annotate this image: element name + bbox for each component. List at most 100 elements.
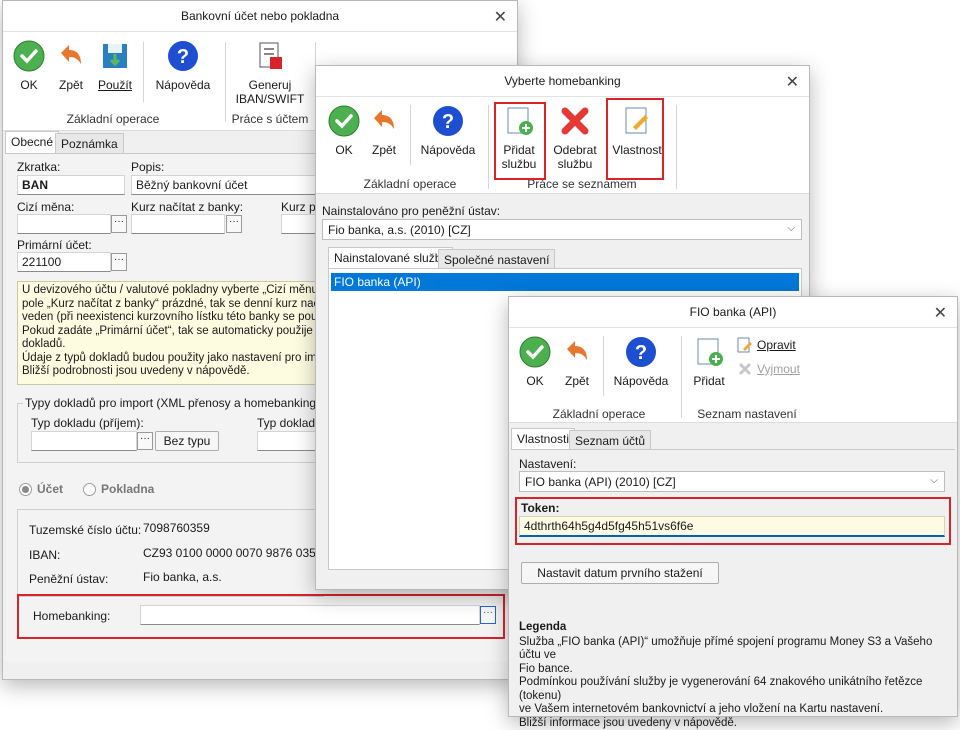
help-button[interactable]: ? Nápověda — [418, 105, 478, 157]
ribbon-separator — [488, 105, 489, 189]
ok-check-icon — [13, 40, 45, 72]
close-icon[interactable]: ✕ — [786, 72, 799, 92]
info-line: Údaje z typů dokladů budou použity jako … — [22, 352, 318, 366]
pencil-icon — [737, 337, 753, 353]
homebanking-picker-button[interactable]: ··· — [480, 606, 496, 624]
legend-line: Podmínkou používání služby je vygenerová… — [519, 676, 951, 703]
ribbon: OK Zpět ? Nápověda Přidat službu Odebrat… — [316, 97, 809, 194]
ustav-select[interactable]: Fio banka, a.s. (2010) [CZ] ⌵ — [322, 219, 802, 240]
kurz-field[interactable] — [131, 214, 225, 234]
cizi-mena-label: Cizí měna: — [17, 200, 74, 214]
ok-check-icon — [328, 105, 360, 137]
chevron-down-icon: ⌵ — [930, 475, 938, 486]
fio-api-window: FIO banka (API) ✕ OK Zpět ? Nápověda Při… — [508, 296, 958, 717]
radio-circle — [19, 483, 32, 496]
help-button[interactable]: ? Nápověda — [153, 40, 213, 92]
undo-arrow-icon — [561, 336, 593, 368]
group-label-basic: Základní operace — [529, 407, 669, 421]
add-service-highlight — [494, 102, 546, 180]
info-line: dokladů. — [22, 338, 318, 352]
ok-button[interactable]: OK — [11, 40, 47, 92]
ok-check-icon — [519, 336, 551, 368]
cizi-mena-picker-button[interactable]: ··· — [111, 215, 127, 233]
homebanking-field[interactable] — [140, 605, 480, 625]
popis-field[interactable]: Běžný bankovní účet — [131, 175, 321, 195]
nastaveni-select[interactable]: FIO banka (API) (2010) [CZ] ⌵ — [519, 471, 945, 492]
typ-prijem-label: Typ dokladu (příjem): — [31, 416, 144, 430]
ribbon-separator — [603, 336, 604, 396]
back-button[interactable]: Zpět — [559, 336, 595, 388]
group-label-account: Práce s účtem — [225, 112, 315, 126]
generate-iban-button[interactable]: Generuj IBAN/SWIFT — [231, 40, 309, 106]
chevron-down-icon: ⌵ — [787, 223, 795, 234]
bank-account-titlebar: Bankovní účet nebo pokladna ✕ — [3, 1, 517, 32]
token-field[interactable]: 4dthrth64h5g4d5fg45h51vs6f6e — [519, 516, 945, 537]
ok-button[interactable]: OK — [517, 336, 553, 388]
add-button[interactable]: Přidat — [689, 336, 729, 388]
help-question-icon: ? — [167, 40, 199, 72]
help-question-icon: ? — [432, 105, 464, 137]
zkratka-field[interactable]: BAN — [17, 175, 125, 195]
ribbon: OK Zpět ? Nápověda Přidat Opravit Vyjmou… — [509, 328, 957, 423]
radio-pokladna[interactable]: Pokladna — [83, 482, 154, 496]
set-first-download-date-button[interactable]: Nastavit datum prvního stažení — [521, 562, 719, 584]
kurz-label: Kurz načítat z banky: — [131, 200, 243, 214]
edit-button[interactable]: Opravit — [737, 337, 796, 353]
close-icon[interactable]: ✕ — [934, 303, 947, 323]
legend-line: Služba „FIO banka (API)“ umožňuje přímé … — [519, 636, 951, 663]
window-title: FIO banka (API) — [690, 305, 777, 319]
ok-button[interactable]: OK — [326, 105, 362, 157]
undo-arrow-icon — [55, 40, 87, 72]
legend-line: Fio bance. — [519, 663, 951, 677]
ribbon-separator — [676, 105, 677, 189]
back-button[interactable]: Zpět — [53, 40, 89, 92]
primarni-field[interactable]: 221100 — [17, 252, 111, 272]
fio-titlebar: FIO banka (API) ✕ — [509, 297, 957, 328]
info-line: pole „Kurz načítat z banky“ prázdné, tak… — [22, 298, 318, 312]
remove-service-button[interactable]: Odebrat službu — [550, 105, 600, 171]
info-line: Bližší podrobnosti jsou uvedeny v nápově… — [22, 365, 318, 379]
kurz-picker-button[interactable]: ··· — [226, 215, 242, 233]
cizi-mena-field[interactable] — [17, 214, 111, 234]
bez-typu-button[interactable]: Bez typu — [155, 431, 219, 451]
apply-button[interactable]: Použít — [95, 40, 135, 92]
tuzemske-field[interactable]: 7098760359 — [139, 519, 321, 539]
info-box: U devizového účtu / valutové pokladny vy… — [17, 281, 323, 385]
list-item[interactable]: FIO banka (API) — [331, 273, 799, 291]
penezni-field[interactable]: Fio banka, a.s. — [139, 568, 321, 588]
delete-x-icon — [737, 361, 753, 377]
typ-prijem-picker-button[interactable]: ··· — [137, 432, 153, 450]
legend-box: Legenda Služba „FIO banka (API)“ umožňuj… — [519, 621, 951, 730]
undo-arrow-icon — [368, 105, 400, 137]
typ-prijem-field[interactable] — [31, 431, 137, 451]
add-document-icon — [693, 336, 725, 368]
tuzemske-label: Tuzemské číslo účtu: — [29, 523, 141, 537]
save-disk-icon — [99, 40, 131, 72]
iban-field[interactable]: CZ93 0100 0000 0070 9876 0359 — [139, 544, 321, 564]
tab-general[interactable]: Obecné — [5, 131, 59, 155]
homebanking-label: Homebanking: — [33, 609, 110, 623]
typ-dokladu-field[interactable] — [257, 431, 323, 451]
token-label: Token: — [521, 501, 559, 515]
info-line: U devizového účtu / valutové pokladny vy… — [22, 284, 318, 298]
penezni-label: Peněžní ústav: — [29, 572, 108, 586]
generate-document-icon — [254, 40, 286, 72]
ribbon-separator — [225, 42, 226, 122]
svg-text:?: ? — [177, 46, 189, 68]
ribbon-separator — [143, 42, 144, 102]
tab-note[interactable]: Poznámka — [55, 133, 124, 155]
help-question-icon: ? — [625, 336, 657, 368]
legend-line: ve Vašem internetovém bankovnictví a jeh… — [519, 703, 951, 717]
popis-label: Popis: — [131, 160, 164, 174]
cut-button[interactable]: Vyjmout — [737, 361, 800, 377]
close-icon[interactable]: ✕ — [494, 7, 507, 27]
zkratka-label: Zkratka: — [17, 160, 60, 174]
help-button[interactable]: ? Nápověda — [609, 336, 673, 388]
primarni-picker-button[interactable]: ··· — [111, 253, 127, 271]
homebanking-titlebar: Vyberte homebanking ✕ — [316, 66, 809, 97]
radio-circle — [83, 483, 96, 496]
back-button[interactable]: Zpět — [366, 105, 402, 157]
nastaveni-label: Nastavení: — [519, 457, 576, 471]
radio-ucet[interactable]: Účet — [19, 482, 63, 496]
iban-label: IBAN: — [29, 548, 60, 562]
